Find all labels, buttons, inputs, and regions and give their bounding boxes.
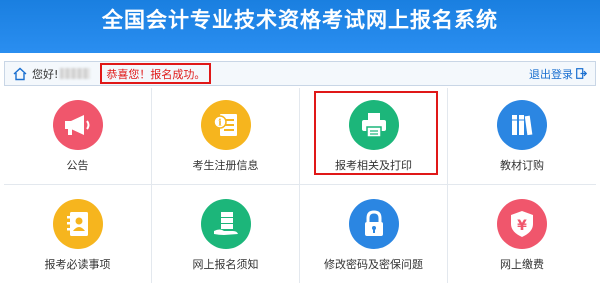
- logout-icon: [576, 68, 587, 79]
- svg-text:i: i: [218, 119, 222, 129]
- hand-server-icon: [200, 199, 251, 249]
- logout-link[interactable]: 退出登录: [529, 66, 587, 82]
- contact-book-icon: [52, 199, 103, 249]
- tile-change-password[interactable]: 修改密码及密保问题: [300, 185, 448, 283]
- tile-label: 教材订购: [500, 159, 544, 172]
- svg-text:¥: ¥: [517, 218, 527, 234]
- tile-exam-print[interactable]: 报考相关及打印: [300, 88, 448, 185]
- yen-shield-icon: ¥: [497, 199, 547, 249]
- greeting-text: 您好!: [32, 67, 59, 81]
- tile-online-payment[interactable]: ¥ 网上缴费: [448, 185, 596, 283]
- tile-must-read[interactable]: 报考必读事项: [4, 185, 152, 283]
- tile-label: 考生注册信息: [192, 159, 259, 172]
- printer-icon: [348, 100, 399, 150]
- page-title: 全国会计专业技术资格考试网上报名系统: [102, 7, 498, 32]
- success-message: 恭喜您！报名成功。: [106, 67, 206, 81]
- username-redacted: [60, 68, 91, 79]
- tile-registration-info[interactable]: i 考生注册信息: [152, 88, 300, 185]
- success-message-box: 恭喜您！报名成功。: [100, 63, 212, 84]
- user-info-bar: 您好! 恭喜您！报名成功。 退出登录: [4, 61, 596, 86]
- header-banner: 全国会计专业技术资格考试网上报名系统: [0, 0, 600, 53]
- books-icon: [497, 100, 547, 150]
- tile-label: 报考相关及打印: [335, 159, 412, 172]
- tile-label: 公告: [66, 159, 89, 172]
- tile-label: 修改密码及密保问题: [324, 258, 423, 271]
- function-grid: 公告 i 考生注册信息 报考相关及打印 教材订购 报考必读事项 网上报名须知 修…: [4, 88, 596, 283]
- registration-info-icon: i: [200, 100, 251, 150]
- tile-online-registration-notice[interactable]: 网上报名须知: [152, 185, 300, 283]
- tile-announcement[interactable]: 公告: [4, 88, 152, 185]
- home-icon[interactable]: [12, 66, 28, 82]
- megaphone-icon: [52, 100, 103, 150]
- tile-label: 网上报名须知: [192, 258, 259, 271]
- tile-textbook-order[interactable]: 教材订购: [448, 88, 596, 185]
- lock-icon: [348, 199, 399, 249]
- logout-label: 退出登录: [529, 67, 573, 81]
- tile-label: 报考必读事项: [44, 258, 111, 271]
- tile-label: 网上缴费: [500, 258, 544, 271]
